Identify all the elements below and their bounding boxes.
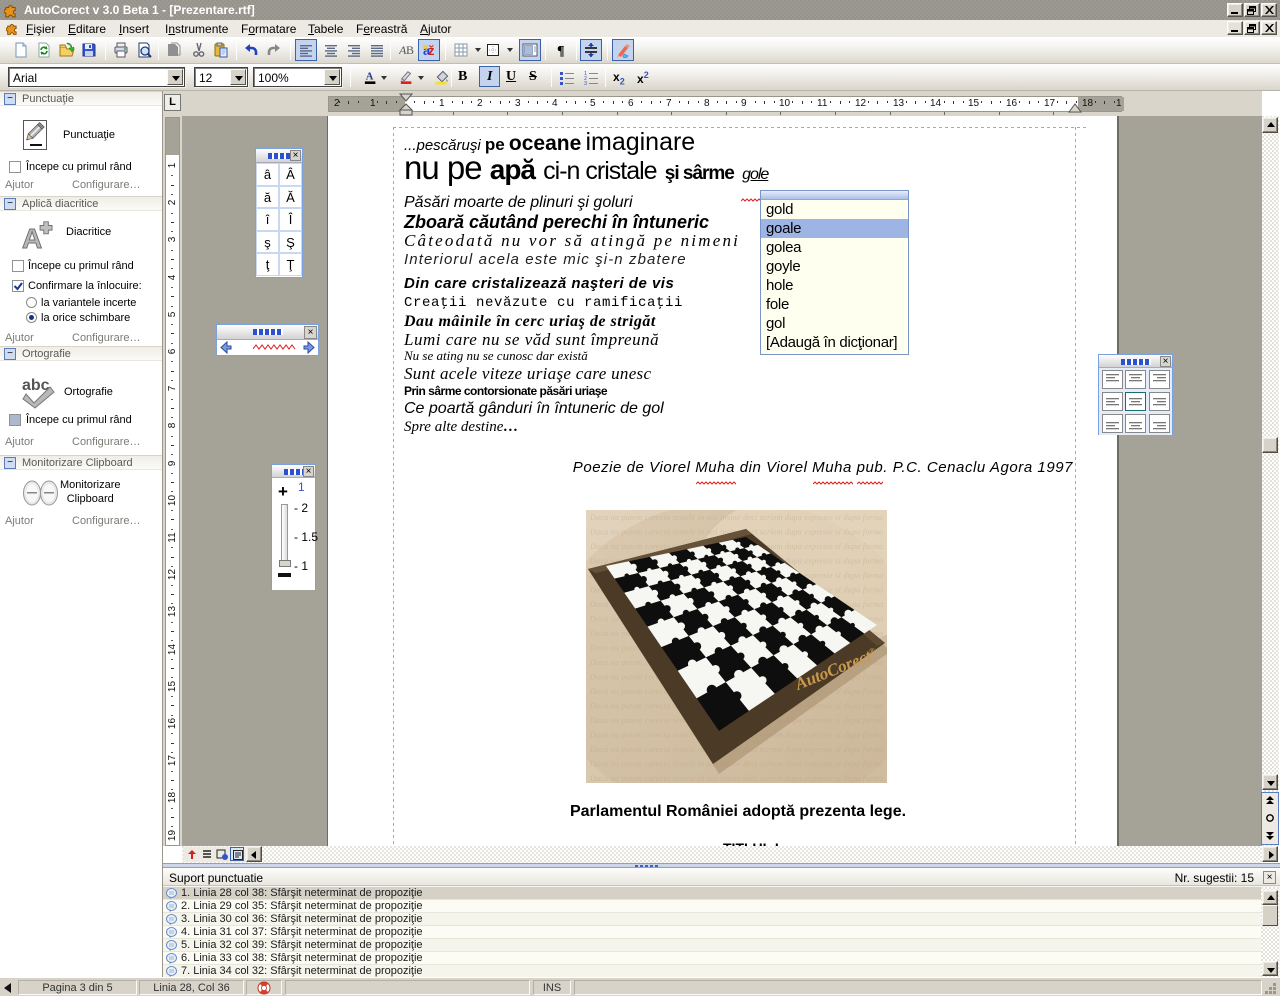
svg-text:Daca nu putem corecta textele: Daca nu putem corecta textele in noi ins… xyxy=(589,774,883,783)
svg-text:B: B xyxy=(406,43,414,57)
svg-text:A: A xyxy=(22,223,42,252)
svg-text:A: A xyxy=(366,72,374,83)
svg-text:ž: ž xyxy=(428,43,435,58)
svg-text:Daca nu putem corecta textele: Daca nu putem corecta textele in noi ins… xyxy=(589,513,883,522)
svg-text:3: 3 xyxy=(584,81,587,86)
svg-text:¶: ¶ xyxy=(557,44,565,58)
